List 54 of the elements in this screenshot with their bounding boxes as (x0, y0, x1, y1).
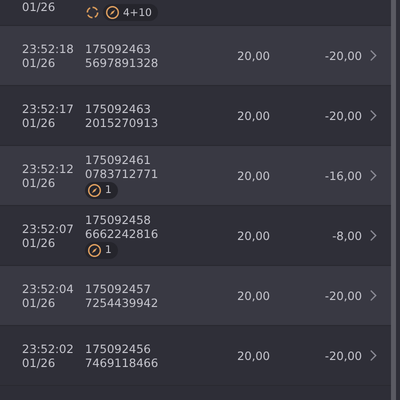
id-text: 7469118466 (85, 356, 160, 370)
chevron-right-icon (368, 49, 378, 62)
date-text: 01/26 (22, 236, 56, 250)
net-amount-text: -20,00 (324, 288, 362, 302)
time-text: 23:52:02 (22, 342, 75, 356)
time-text: 23:52:18 (22, 42, 75, 56)
net-amount-text: -20,00 (324, 108, 362, 122)
net-amount-text: -8,00 (332, 228, 362, 242)
refresh-icon (85, 5, 100, 20)
id-text: 175092456 (85, 342, 152, 356)
id-text: 2015270913 (85, 116, 160, 130)
count-text: 4+10 (123, 6, 152, 20)
id-text: 7254439942 (85, 296, 160, 310)
date-text: 01/26 (22, 356, 56, 370)
chevron-right-icon (368, 109, 378, 122)
id-text: 175092463 (85, 102, 152, 116)
net-amount-text: -16,00 (324, 168, 362, 182)
date-text: 01/26 (22, 56, 56, 70)
amount-text: 20,00 (237, 228, 270, 242)
id-text: 5697891328 (85, 56, 160, 70)
scrollbar[interactable] (391, 0, 396, 400)
net-amount-text: -20,00 (324, 48, 362, 62)
amount-text: 20,00 (237, 348, 270, 362)
time-text: 23:52:04 (22, 282, 75, 296)
net-amount-text: -20,00 (324, 348, 362, 362)
date-text: 01/26 (22, 0, 56, 14)
chevron-right-icon (368, 289, 378, 302)
date-text: 01/26 (22, 296, 56, 310)
count-text: 1 (105, 183, 112, 197)
compass-icon (87, 242, 102, 258)
transaction-row[interactable]: 23:52:18 01/26 175092463 5697891328 20,00 -20,00 (0, 26, 391, 86)
count-text: 1 (105, 243, 112, 257)
compass-icon (87, 182, 102, 198)
date-text: 01/26 (22, 176, 56, 190)
id-text: 0783712771 (85, 166, 160, 180)
time-text: 23:52:17 (22, 102, 75, 116)
transaction-row[interactable]: 23:52:04 01/26 175092457 7254439942 20,00 -20,00 (0, 266, 391, 326)
id-text: 6662242816 (85, 226, 160, 240)
date-text: 01/26 (22, 116, 56, 130)
time-text: 23:52:12 (22, 162, 75, 176)
amount-text: 20,00 (237, 48, 270, 62)
chevron-right-icon (368, 349, 378, 362)
amount-text: 20,00 (237, 168, 270, 182)
id-text: 175092458 (85, 212, 152, 226)
time-text: 23:52:07 (22, 222, 75, 236)
transaction-row[interactable]: 01/26 4+10 (0, 0, 391, 26)
amount-text: 20,00 (237, 288, 270, 302)
chevron-right-icon (368, 229, 378, 242)
compass-icon (105, 5, 120, 20)
chevron-right-icon (368, 169, 378, 182)
id-text: 175092457 (85, 282, 152, 296)
amount-text: 20,00 (237, 108, 270, 122)
id-text: 175092461 (85, 152, 152, 166)
id-text: 175092463 (85, 42, 152, 56)
